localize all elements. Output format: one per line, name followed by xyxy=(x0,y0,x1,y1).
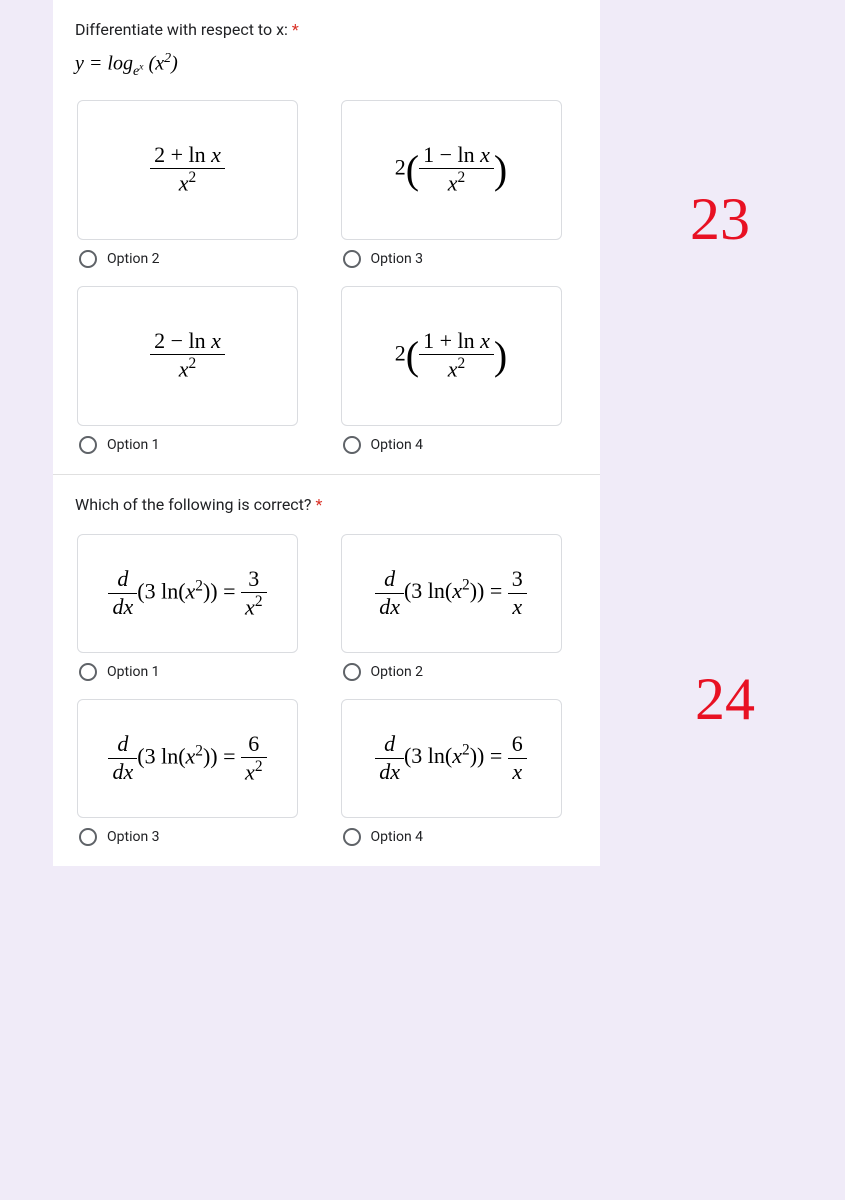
q2-option-2-radio[interactable]: Option 2 xyxy=(341,663,577,681)
required-marker: * xyxy=(288,20,299,39)
q1-option-3-radio[interactable]: Option 3 xyxy=(341,250,577,268)
q2-options-grid: d dx (3 ln(x2)) = 3 x2 Option 1 xyxy=(75,534,578,846)
q1-options-grid: 2 + ln x x2 Option 2 2( 1 − ln x xyxy=(75,100,578,454)
q2-option-1: d dx (3 ln(x2)) = 3 x2 Option 1 xyxy=(77,534,313,681)
q1-option-4-image: 2( 1 + ln x x2 ) xyxy=(341,286,562,426)
q2-option-3-image: d dx (3 ln(x2)) = 6 x2 xyxy=(77,699,298,818)
annotation-23: 23 xyxy=(690,185,750,254)
q2-option-2-label: Option 2 xyxy=(371,664,424,680)
q2-option-4-label: Option 4 xyxy=(371,829,424,845)
radio-icon xyxy=(79,436,97,454)
question-2: Which of the following is correct? * d d… xyxy=(53,475,600,866)
q2-option-2: d dx (3 ln(x2)) = 3 x Option 2 xyxy=(341,534,577,681)
q2-option-3: d dx (3 ln(x2)) = 6 x2 Option 3 xyxy=(77,699,313,846)
q1-option-3: 2( 1 − ln x x2 ) Option 3 xyxy=(341,100,577,268)
radio-icon xyxy=(79,828,97,846)
radio-icon xyxy=(79,663,97,681)
required-marker: * xyxy=(311,495,322,514)
q2-option-1-label: Option 1 xyxy=(107,664,160,680)
q1-option-4: 2( 1 + ln x x2 ) Option 4 xyxy=(341,286,577,454)
q2-option-4-image: d dx (3 ln(x2)) = 6 x xyxy=(341,699,562,818)
q2-option-4-radio[interactable]: Option 4 xyxy=(341,828,577,846)
q1-option-2: 2 + ln x x2 Option 2 xyxy=(77,100,313,268)
q2-option-4: d dx (3 ln(x2)) = 6 x Option 4 xyxy=(341,699,577,846)
q2-option-3-label: Option 3 xyxy=(107,829,160,845)
q1-option-1-radio[interactable]: Option 1 xyxy=(77,436,313,454)
q1-option-4-radio[interactable]: Option 4 xyxy=(341,436,577,454)
q1-option-1-label: Option 1 xyxy=(107,437,160,453)
radio-icon xyxy=(343,828,361,846)
annotation-24: 24 xyxy=(695,665,755,734)
radio-icon xyxy=(79,250,97,268)
q2-title: Which of the following is correct? * xyxy=(75,495,578,514)
radio-icon xyxy=(343,663,361,681)
q1-option-4-label: Option 4 xyxy=(371,437,424,453)
q2-option-2-image: d dx (3 ln(x2)) = 3 x xyxy=(341,534,562,653)
q1-option-3-image: 2( 1 − ln x x2 ) xyxy=(341,100,562,240)
q1-option-1: 2 − ln x x2 Option 1 xyxy=(77,286,313,454)
q1-option-3-label: Option 3 xyxy=(371,251,424,267)
q2-option-1-image: d dx (3 ln(x2)) = 3 x2 xyxy=(77,534,298,653)
q1-option-2-label: Option 2 xyxy=(107,251,160,267)
q1-option-2-image: 2 + ln x x2 xyxy=(77,100,298,240)
q1-title: Differentiate with respect to x: * xyxy=(75,20,578,39)
radio-icon xyxy=(343,250,361,268)
q1-option-2-radio[interactable]: Option 2 xyxy=(77,250,313,268)
q1-option-1-image: 2 − ln x x2 xyxy=(77,286,298,426)
q1-formula: y = logex (x2) xyxy=(75,51,578,80)
question-1: Differentiate with respect to x: * y = l… xyxy=(53,0,600,475)
radio-icon xyxy=(343,436,361,454)
q2-option-3-radio[interactable]: Option 3 xyxy=(77,828,313,846)
q2-option-1-radio[interactable]: Option 1 xyxy=(77,663,313,681)
